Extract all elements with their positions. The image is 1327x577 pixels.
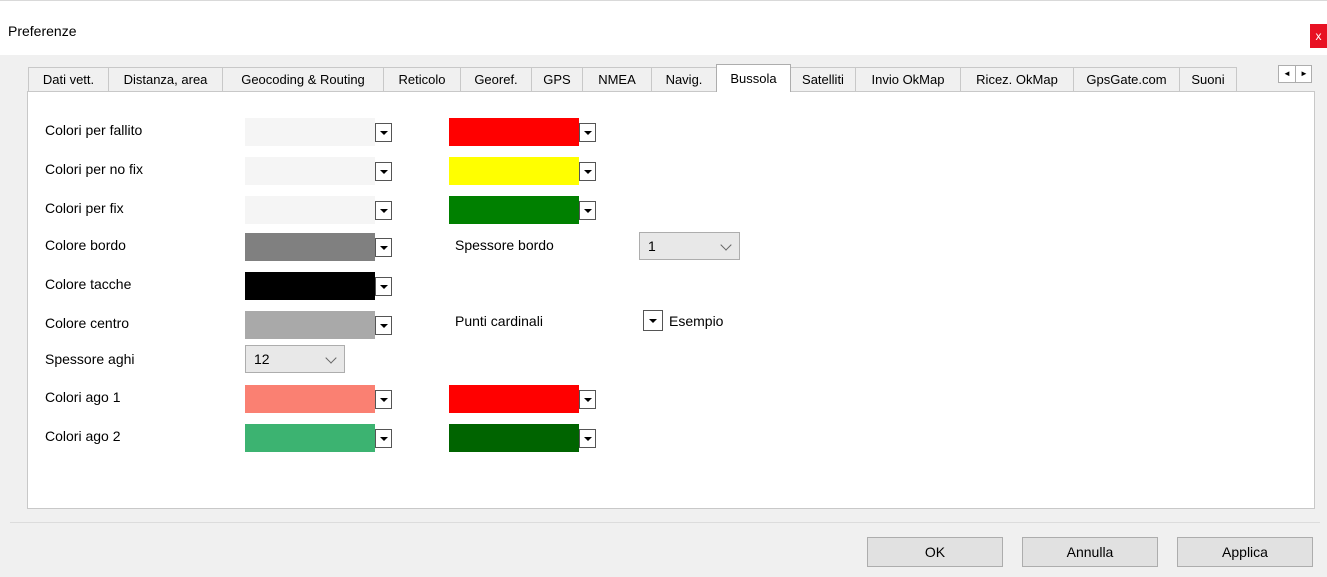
tab-dati-vett[interactable]: Dati vett.: [28, 67, 109, 91]
dropdown-arrow-icon[interactable]: [375, 238, 392, 257]
color-swatch: [245, 272, 375, 300]
window-title: Preferenze: [8, 23, 77, 39]
spessore-aghi-value: 12: [254, 351, 270, 367]
tab-scroll-buttons: ◄ ►: [1278, 65, 1312, 83]
spessore-bordo-value: 1: [648, 238, 656, 254]
tab-gps[interactable]: GPS: [531, 67, 583, 91]
label-colore-centro: Colore centro: [45, 315, 130, 331]
color-swatch: [245, 311, 375, 339]
scroll-right-icon[interactable]: ►: [1295, 66, 1312, 82]
tab-strip: Dati vett. Distanza, area Geocoding & Ro…: [28, 64, 1278, 92]
dropdown-arrow-icon[interactable]: [579, 123, 596, 142]
bussola-panel: [27, 91, 1315, 509]
tab-gpsgate[interactable]: GpsGate.com: [1073, 67, 1180, 91]
dropdown-arrow-icon[interactable]: [375, 429, 392, 448]
color-swatch: [245, 118, 375, 146]
tab-distanza-area[interactable]: Distanza, area: [108, 67, 223, 91]
title-bar: Preferenze x: [0, 0, 1327, 55]
color-picker-fix-2[interactable]: [449, 196, 604, 224]
tab-ricez-okmap[interactable]: Ricez. OkMap: [960, 67, 1074, 91]
color-swatch: [245, 233, 375, 261]
label-spessore-bordo: Spessore bordo: [455, 237, 554, 253]
dropdown-arrow-icon[interactable]: [375, 277, 392, 296]
label-punti-cardinali: Punti cardinali: [455, 313, 543, 329]
color-swatch: [245, 385, 375, 413]
color-swatch: [449, 424, 579, 452]
color-picker-ago1-1[interactable]: [245, 385, 400, 413]
label-spessore-aghi: Spessore aghi: [45, 351, 135, 367]
scroll-left-icon[interactable]: ◄: [1279, 66, 1295, 82]
tab-navig[interactable]: Navig.: [651, 67, 717, 91]
label-colore-tacche: Colore tacche: [45, 276, 132, 292]
color-swatch: [449, 196, 579, 224]
chevron-down-icon: [325, 352, 337, 364]
tab-bussola[interactable]: Bussola: [716, 64, 791, 92]
chevron-down-icon: [720, 239, 732, 251]
tab-satelliti[interactable]: Satelliti: [790, 67, 856, 91]
color-swatch: [245, 196, 375, 224]
color-picker-ago1-2[interactable]: [449, 385, 604, 413]
label-colore-bordo: Colore bordo: [45, 237, 126, 253]
color-swatch: [449, 385, 579, 413]
color-picker-no-fix-2[interactable]: [449, 157, 604, 185]
color-picker-fallito-1[interactable]: [245, 118, 400, 146]
label-colori-ago-1: Colori ago 1: [45, 389, 121, 405]
color-picker-fix-1[interactable]: [245, 196, 400, 224]
dropdown-arrow-icon[interactable]: [375, 201, 392, 220]
tab-geocoding-routing[interactable]: Geocoding & Routing: [222, 67, 384, 91]
label-colori-ago-2: Colori ago 2: [45, 428, 121, 444]
tab-suoni[interactable]: Suoni: [1179, 67, 1237, 91]
ok-button[interactable]: OK: [867, 537, 1003, 567]
color-swatch: [449, 118, 579, 146]
color-picker-fallito-2[interactable]: [449, 118, 604, 146]
dropdown-arrow-icon[interactable]: [579, 201, 596, 220]
label-colori-fallito: Colori per fallito: [45, 122, 143, 138]
close-button[interactable]: x: [1310, 24, 1327, 48]
dropdown-arrow-icon[interactable]: [579, 390, 596, 409]
dropdown-arrow-icon[interactable]: [579, 162, 596, 181]
footer-divider: [10, 522, 1320, 523]
spessore-bordo-select[interactable]: 1: [639, 232, 740, 260]
dropdown-arrow-icon[interactable]: [375, 123, 392, 142]
color-picker-ago2-1[interactable]: [245, 424, 400, 452]
dropdown-arrow-icon[interactable]: [375, 162, 392, 181]
color-swatch: [245, 157, 375, 185]
cancel-button[interactable]: Annulla: [1022, 537, 1158, 567]
apply-button[interactable]: Applica: [1177, 537, 1313, 567]
spessore-aghi-select[interactable]: 12: [245, 345, 345, 373]
color-picker-centro[interactable]: [245, 311, 400, 339]
label-colori-no-fix: Colori per no fix: [45, 161, 144, 177]
punti-cardinali-dropdown-icon[interactable]: [643, 310, 663, 331]
tab-nmea[interactable]: NMEA: [582, 67, 652, 91]
dropdown-arrow-icon[interactable]: [375, 316, 392, 335]
tab-invio-okmap[interactable]: Invio OkMap: [855, 67, 961, 91]
label-colori-fix: Colori per fix: [45, 200, 124, 216]
color-picker-no-fix-1[interactable]: [245, 157, 400, 185]
color-swatch: [245, 424, 375, 452]
color-picker-ago2-2[interactable]: [449, 424, 604, 452]
color-picker-tacche[interactable]: [245, 272, 400, 300]
dropdown-arrow-icon[interactable]: [579, 429, 596, 448]
color-swatch: [449, 157, 579, 185]
tab-georef[interactable]: Georef.: [460, 67, 532, 91]
punti-cardinali-example: Esempio: [669, 313, 724, 329]
color-picker-bordo[interactable]: [245, 233, 400, 261]
tab-reticolo[interactable]: Reticolo: [383, 67, 461, 91]
dropdown-arrow-icon[interactable]: [375, 390, 392, 409]
